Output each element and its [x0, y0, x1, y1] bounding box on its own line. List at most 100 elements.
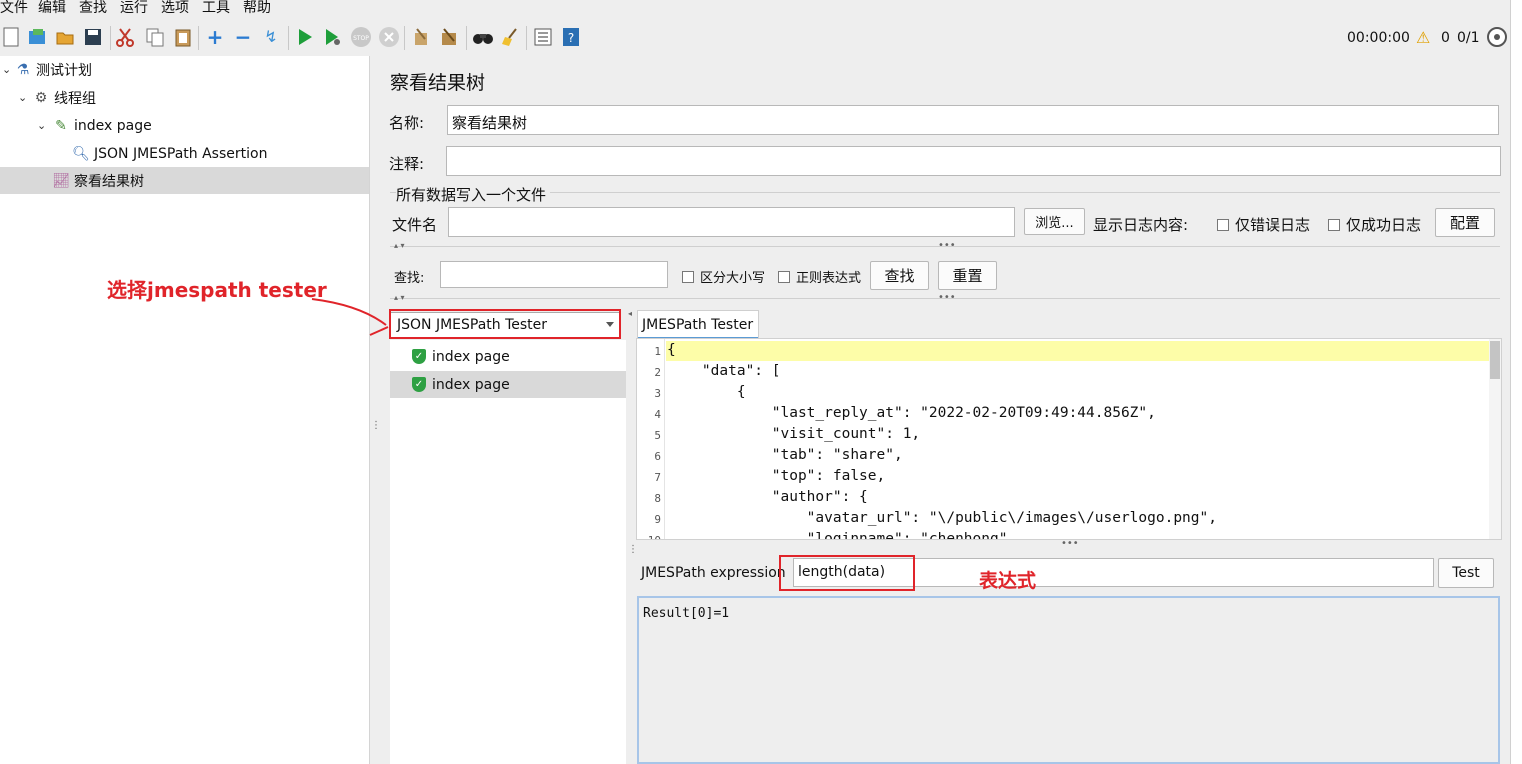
help-icon[interactable]: ?: [560, 26, 582, 48]
case-sensitive-checkbox[interactable]: 区分大小写: [682, 267, 765, 286]
elapsed-timer: 00:00:00: [1347, 30, 1410, 46]
clear-icon[interactable]: [410, 26, 432, 48]
menu-options[interactable]: 选项: [161, 0, 189, 17]
flask-icon: ⚗: [16, 61, 30, 78]
splitter-handle[interactable]: •••: [938, 293, 956, 303]
errors-only-checkbox[interactable]: 仅错误日志: [1217, 214, 1310, 235]
code-line: "visit_count": 1,: [667, 426, 921, 442]
filename-label: 文件名: [392, 216, 438, 234]
code-line: "last_reply_at": "2022-02-20T09:49:44.85…: [667, 405, 1156, 421]
chevron-down-icon[interactable]: ⌄: [18, 91, 27, 104]
success-only-label: 仅成功日志: [1346, 216, 1422, 234]
list-item[interactable]: ✓ index page: [390, 371, 626, 398]
tree-node-label: JSON JMESPath Assertion: [94, 145, 268, 162]
chevron-down-icon[interactable]: ⌄: [2, 63, 11, 76]
success-only-checkbox[interactable]: 仅成功日志: [1328, 214, 1421, 235]
menu-edit[interactable]: 编辑: [38, 0, 66, 17]
splitter-handle[interactable]: •••: [1061, 539, 1079, 549]
sample-result-list: ✓ index page ✓ index page: [390, 340, 626, 764]
tree-node-label: 线程组: [54, 90, 96, 107]
open-icon[interactable]: [54, 26, 76, 48]
menu-file[interactable]: 文件: [0, 0, 28, 17]
filename-field[interactable]: [448, 207, 1015, 237]
tree-node-jmespath-assertion[interactable]: 🔍︎ JSON JMESPath Assertion: [72, 140, 267, 167]
code-line: "tab": "share",: [667, 447, 903, 463]
browse-button[interactable]: 浏览...: [1024, 208, 1085, 235]
line-number: 4: [654, 408, 661, 421]
new-icon[interactable]: [0, 26, 22, 48]
line-number: 3: [654, 387, 661, 400]
scrollbar-thumb[interactable]: [1490, 341, 1500, 379]
start-no-pause-icon[interactable]: [322, 26, 344, 48]
collapse-arrows[interactable]: ▴ ▾: [394, 242, 405, 250]
templates-icon[interactable]: [26, 26, 48, 48]
splitter-handle[interactable]: •••: [938, 241, 956, 251]
chevron-down-icon[interactable]: ⌄: [37, 119, 46, 132]
line-number: 7: [654, 471, 661, 484]
function-helper-icon[interactable]: [532, 26, 554, 48]
regex-checkbox[interactable]: 正则表达式: [778, 267, 861, 286]
code-line: "loginname": "chenhong",: [667, 531, 1017, 540]
tree-node-test-plan[interactable]: ⚗ 测试计划: [14, 56, 92, 83]
collapse-arrow[interactable]: ◂: [628, 310, 632, 318]
stop-icon[interactable]: STOP: [350, 26, 372, 48]
clear-all-icon[interactable]: [438, 26, 460, 48]
broom-icon[interactable]: [500, 26, 522, 48]
result-area[interactable]: Result[0]=1: [637, 596, 1500, 764]
reset-button[interactable]: 重置: [938, 261, 997, 290]
list-item[interactable]: ✓ index page: [390, 343, 626, 370]
magnifier-icon: 🔍︎: [72, 145, 90, 162]
line-number: 6: [654, 450, 661, 463]
line-number: 2: [654, 366, 661, 379]
right-scroll-strip: [1510, 0, 1522, 764]
regex-label: 正则表达式: [796, 271, 862, 286]
thread-count: 0/1: [1457, 30, 1480, 46]
remove-icon[interactable]: −: [232, 26, 254, 48]
svg-text:?: ?: [568, 31, 574, 45]
start-icon[interactable]: [294, 26, 316, 48]
find-button[interactable]: 查找: [870, 261, 929, 290]
tab-jmespath-tester[interactable]: JMESPath Tester: [637, 310, 759, 339]
copy-icon[interactable]: [144, 26, 166, 48]
tree-node-index-page[interactable]: ✎ index page: [52, 112, 152, 139]
editor-scrollbar[interactable]: [1489, 339, 1501, 539]
list-item-label: index page: [432, 376, 510, 393]
code-line: "author": {: [667, 489, 868, 505]
comment-field[interactable]: [446, 146, 1501, 176]
search-label: 查找:: [394, 271, 425, 286]
tree-node-thread-group[interactable]: ⚙ 线程组: [32, 84, 96, 111]
toggle-icon[interactable]: ↯: [260, 26, 282, 48]
errors-only-label: 仅错误日志: [1235, 216, 1311, 234]
line-number: 10: [637, 534, 661, 539]
binoculars-icon[interactable]: [472, 26, 494, 48]
test-button[interactable]: Test: [1438, 558, 1494, 588]
tree-node-view-results-tree[interactable]: 📈︎ 察看结果树: [0, 167, 369, 194]
configure-button[interactable]: 配置: [1435, 208, 1495, 237]
line-number: 8: [654, 492, 661, 505]
tree-node-label: index page: [74, 117, 152, 134]
menu-run[interactable]: 运行: [120, 0, 148, 17]
collapse-arrows[interactable]: ▴ ▾: [394, 294, 405, 302]
pipette-icon: ✎: [55, 117, 67, 134]
graph-icon: 📈︎: [52, 172, 70, 189]
menu-tools[interactable]: 工具: [202, 0, 230, 17]
annotation-box-renderer: [389, 309, 621, 339]
save-icon[interactable]: [82, 26, 104, 48]
globe-icon[interactable]: [1486, 26, 1508, 48]
search-input[interactable]: [440, 261, 668, 288]
annotation-arrow: [311, 298, 389, 336]
toolbar: + − ↯ STOP ? 00:00:00 ⚠ 0 0/1: [0, 22, 1510, 54]
code-line: {: [667, 342, 676, 358]
name-field[interactable]: 察看结果树: [447, 105, 1499, 135]
splitter-handle[interactable]: ⋮: [628, 545, 638, 555]
name-label: 名称:: [389, 114, 425, 132]
menu-search[interactable]: 查找: [79, 0, 107, 17]
warning-icon[interactable]: ⚠: [1416, 28, 1430, 47]
menu-help[interactable]: 帮助: [243, 0, 271, 17]
shutdown-icon[interactable]: [378, 26, 400, 48]
cut-icon[interactable]: [114, 26, 136, 48]
response-json-editor[interactable]: 1 {2 "data": [3 {4 "last_reply_at": "2022…: [636, 338, 1502, 540]
case-sensitive-label: 区分大小写: [700, 271, 766, 286]
add-icon[interactable]: +: [204, 26, 226, 48]
paste-icon[interactable]: [172, 26, 194, 48]
